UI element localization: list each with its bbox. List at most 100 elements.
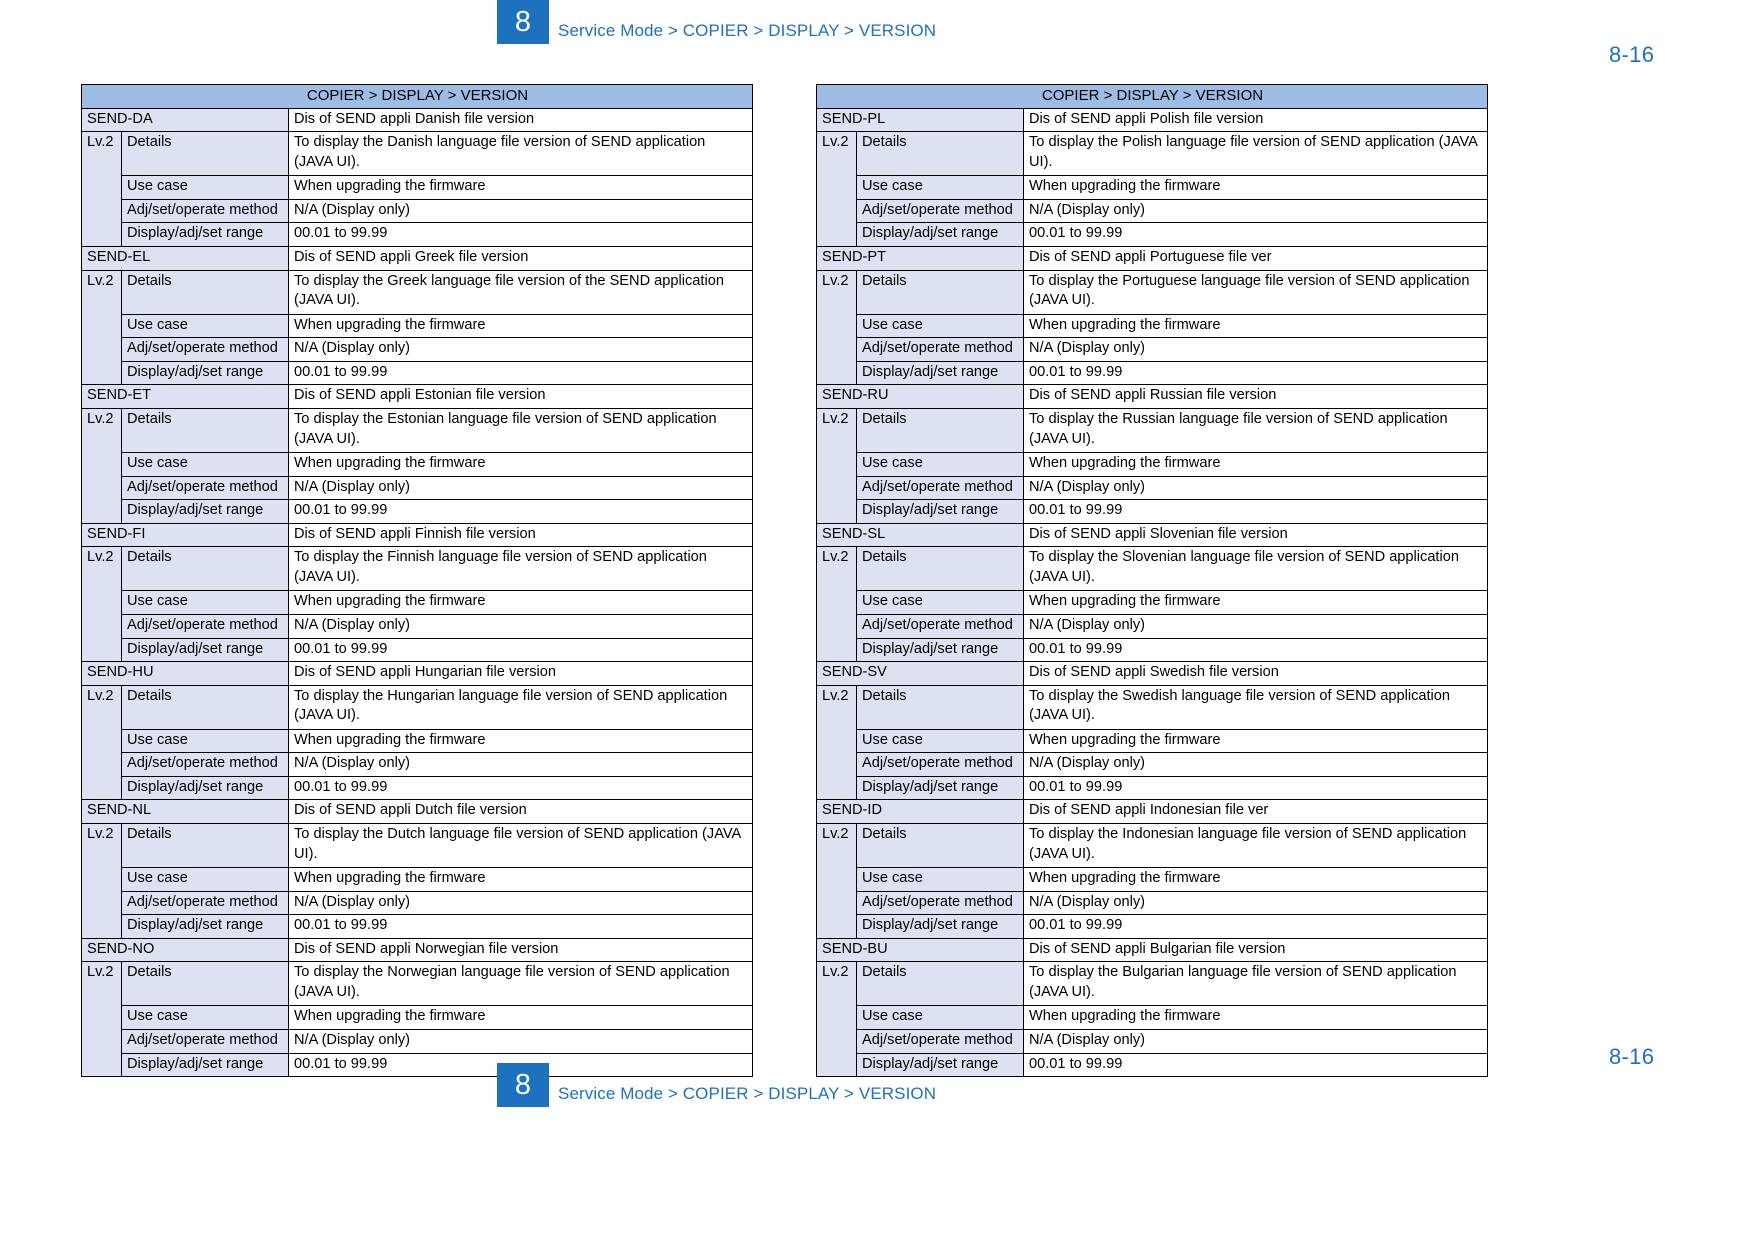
field-value-details: To display the Russian language file ver… (1023, 407, 1488, 453)
field-value-use-case: When upgrading the firmware (1023, 451, 1488, 477)
table-row: Lv.2 Details To display the Hungarian lang… (81, 684, 753, 801)
field-value-use-case: When upgrading the firmware (1023, 175, 1488, 200)
field-label-use-case: Use case (856, 175, 1024, 200)
field-label-details: Details (856, 269, 1024, 315)
item-name: SEND-ET (81, 384, 289, 409)
field-label-adj-method: Adj/set/operate method (856, 475, 1024, 501)
item-name: SEND-NL (81, 799, 289, 825)
table-row: Adj/set/operate method N/A (Display only) (817, 198, 1488, 224)
table-header-title: COPIER > DISPLAY > VERSION (816, 84, 1488, 109)
item-description: Dis of SEND appli Portuguese file ver (1023, 245, 1488, 271)
item-description: Dis of SEND appli Hungarian file version (288, 661, 753, 686)
item-description: Dis of SEND appli Russian file version (1023, 384, 1488, 409)
field-label-adj-method: Adj/set/operate method (856, 337, 1024, 362)
item-name: SEND-SL (816, 522, 1024, 548)
page-footer-banner: 8 Service Mode > COPIER > DISPLAY > VERS… (497, 1063, 936, 1107)
field-value-adj-method: N/A (Display only) (288, 613, 753, 639)
table-row: Lv.2 Details To display the Indonesian lan… (816, 823, 1488, 939)
field-label-adj-method: Adj/set/operate method (121, 613, 289, 639)
field-label-use-case: Use case (856, 728, 1024, 754)
table-row: Display/adj/set range 00.01 to 99.99 (82, 499, 753, 524)
page-number-top: 8-16 (1609, 42, 1655, 67)
table-row: Display/adj/set range 00.01 to 99.99 (817, 637, 1488, 663)
table-row: SEND-BU Dis of SEND appli Bulgarian file … (816, 937, 1488, 963)
item-description: Dis of SEND appli Greek file version (288, 245, 753, 271)
chapter-badge: 8 (497, 0, 549, 44)
item-description: Dis of SEND appli Dutch file version (288, 799, 753, 825)
table-row: Adj/set/operate method N/A (Display only) (817, 890, 1488, 916)
table-row: SEND-SV Dis of SEND appli Swedish file ve… (816, 661, 1488, 686)
page-number-bottom: 8-16 (1609, 1044, 1655, 1069)
table-row: Use case When upgrading the firmware (817, 867, 1488, 892)
field-value-display-range: 00.01 to 99.99 (1023, 775, 1488, 801)
field-label-adj-method: Adj/set/operate method (856, 1029, 1024, 1054)
field-value-use-case: When upgrading the firmware (288, 175, 753, 200)
level-label: Lv.2 (816, 407, 857, 524)
field-label-details: Details (121, 546, 289, 592)
table-row: Adj/set/operate method N/A (Display only) (817, 1029, 1488, 1054)
field-value-display-range: 00.01 to 99.99 (1023, 1052, 1488, 1078)
field-value-adj-method: N/A (Display only) (1023, 613, 1488, 639)
field-value-adj-method: N/A (Display only) (288, 198, 753, 224)
level-label: Lv.2 (81, 684, 122, 801)
field-label-adj-method: Adj/set/operate method (121, 752, 289, 777)
field-label-use-case: Use case (856, 590, 1024, 615)
item-description: Dis of SEND appli Danish file version (288, 107, 753, 133)
field-label-display-range: Display/adj/set range (856, 775, 1024, 801)
table-row: Lv.2 Details To display the Bulgarian lang… (816, 961, 1488, 1078)
field-label-details: Details (121, 407, 289, 453)
table-row: Use case When upgrading the firmware (82, 867, 753, 892)
field-value-adj-method: N/A (Display only) (1023, 198, 1488, 224)
table-row: Display/adj/set range 00.01 to 99.99 (82, 775, 753, 801)
field-value-display-range: 00.01 to 99.99 (1023, 637, 1488, 663)
table-row: Lv.2 Details To display the Russian langua… (816, 407, 1488, 524)
table-row: Adj/set/operate method N/A (Display only) (82, 613, 753, 639)
field-value-use-case: When upgrading the firmware (288, 728, 753, 754)
table-row: SEND-ID Dis of SEND appli Indonesian file… (816, 799, 1488, 825)
spec-table-right-body: COPIER > DISPLAY > VERSION SEND-PL Dis of … (816, 84, 1488, 1078)
field-label-adj-method: Adj/set/operate method (121, 198, 289, 224)
field-value-display-range: 00.01 to 99.99 (288, 222, 753, 247)
table-row: Lv.2 Details To display the Danish languag… (81, 131, 753, 247)
field-label-use-case: Use case (121, 451, 289, 477)
table-row: Display/adj/set range 00.01 to 99.99 (817, 914, 1488, 939)
field-value-display-range: 00.01 to 99.99 (1023, 360, 1488, 386)
item-description: Dis of SEND appli Polish file version (1023, 107, 1488, 133)
table-row: SEND-NL Dis of SEND appli Dutch file vers… (81, 799, 753, 825)
level-label: Lv.2 (816, 823, 857, 939)
table-row: Adj/set/operate method N/A (Display only) (817, 752, 1488, 777)
table-row: SEND-HU Dis of SEND appli Hungarian file … (81, 661, 753, 686)
table-row: SEND-ET Dis of SEND appli Estonian file v… (81, 384, 753, 409)
table-row: SEND-DA Dis of SEND appli Danish file ver… (81, 107, 753, 133)
table-row: Display/adj/set range 00.01 to 99.99 (817, 775, 1488, 801)
item-description: Dis of SEND appli Swedish file version (1023, 661, 1488, 686)
page-header-banner: 8 Service Mode > COPIER > DISPLAY > VERS… (497, 0, 936, 44)
level-label: Lv.2 (816, 546, 857, 663)
table-row: SEND-EL Dis of SEND appli Greek file vers… (81, 245, 753, 271)
field-value-use-case: When upgrading the firmware (1023, 313, 1488, 339)
field-value-details: To display the Greek language file versi… (288, 269, 753, 315)
field-value-use-case: When upgrading the firmware (1023, 1005, 1488, 1031)
table-row: Adj/set/operate method N/A (Display only) (82, 475, 753, 501)
field-label-adj-method: Adj/set/operate method (121, 475, 289, 501)
field-label-details: Details (121, 131, 289, 177)
field-value-display-range: 00.01 to 99.99 (288, 360, 753, 386)
table-row: Adj/set/operate method N/A (Display only) (82, 198, 753, 224)
spec-table-right-container: COPIER > DISPLAY > VERSION SEND-PL Dis of … (816, 84, 1488, 1078)
table-row: Display/adj/set range 00.01 to 99.99 (82, 360, 753, 386)
table-row: Lv.2 Details To display the Dutch language… (81, 823, 753, 939)
field-value-details: To display the Estonian language file ve… (288, 407, 753, 453)
field-value-display-range: 00.01 to 99.99 (1023, 914, 1488, 939)
field-label-use-case: Use case (121, 867, 289, 892)
item-name: SEND-EL (81, 245, 289, 271)
field-label-display-range: Display/adj/set range (121, 775, 289, 801)
item-name: SEND-BU (816, 937, 1024, 963)
level-label: Lv.2 (816, 684, 857, 801)
field-value-adj-method: N/A (Display only) (288, 475, 753, 501)
table-row: Lv.2 Details To display the Estonian langu… (81, 407, 753, 524)
level-label: Lv.2 (81, 546, 122, 663)
table-row: Use case When upgrading the firmware (817, 313, 1488, 339)
table-header-row: COPIER > DISPLAY > VERSION (81, 84, 753, 109)
table-row: Lv.2 Details To display the Norwegian lang… (81, 961, 753, 1078)
item-name: SEND-PL (816, 107, 1024, 133)
